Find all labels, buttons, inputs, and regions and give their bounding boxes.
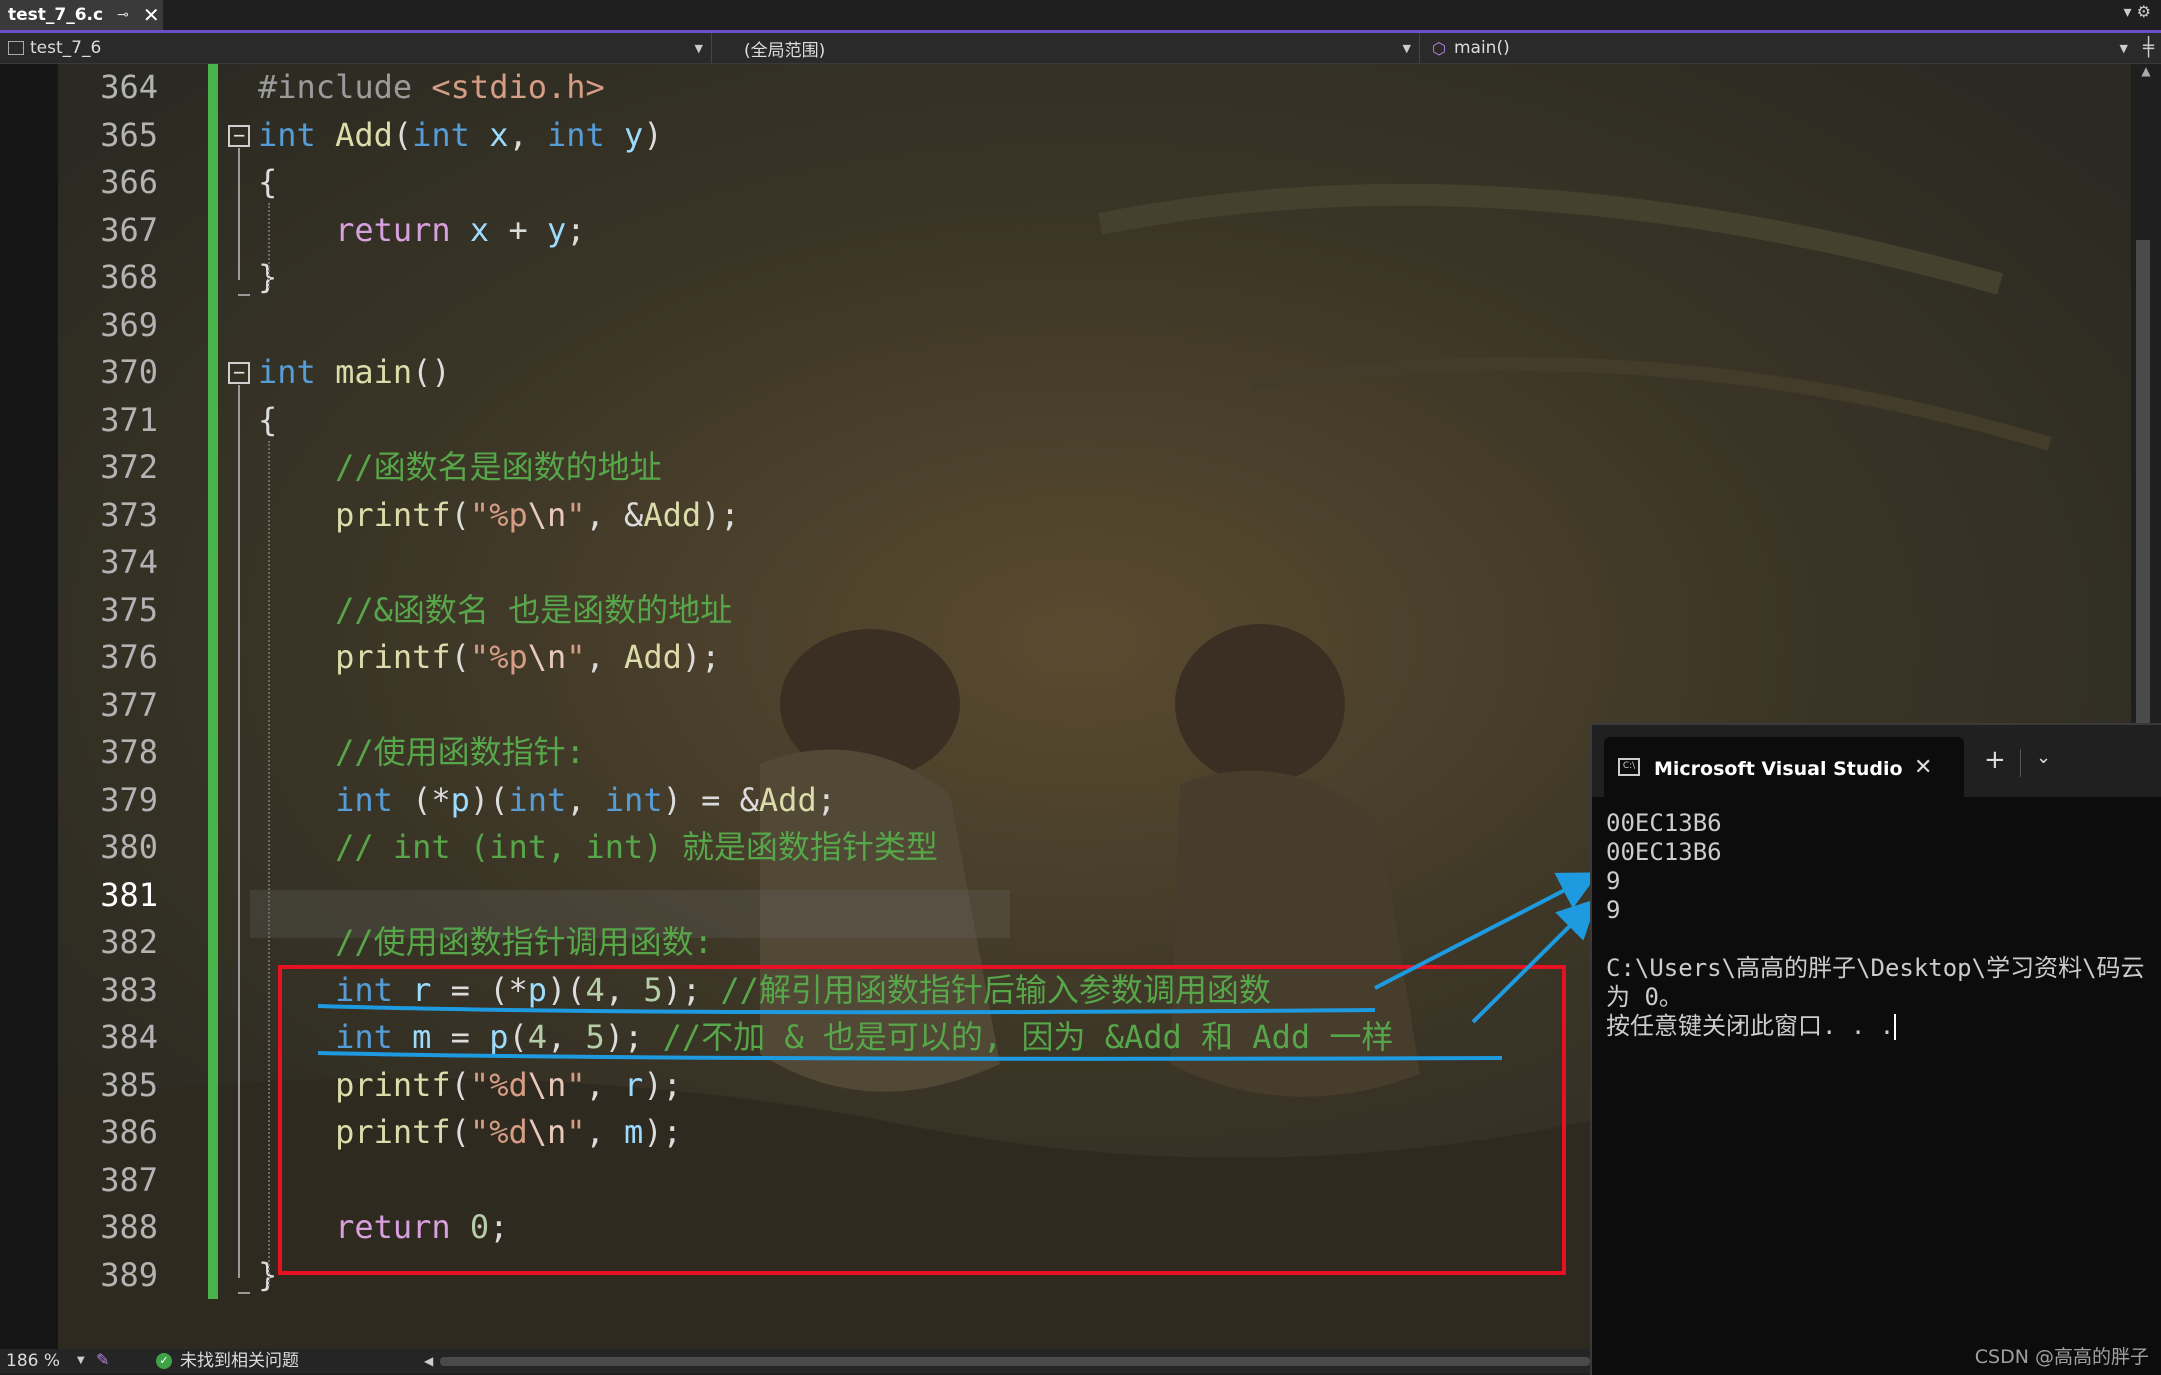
console-output-line: 为 0。 — [1606, 983, 1683, 1011]
tab-separator — [2020, 749, 2021, 777]
console-tab-bar: C:\ Microsoft Visual Studio 调试控制台 ✕ + ⌄ — [1592, 725, 2161, 797]
zoom-level[interactable]: 186 % — [6, 1349, 60, 1373]
scrollbar-thumb[interactable] — [2136, 240, 2150, 740]
close-icon[interactable]: ✕ — [1914, 755, 1932, 780]
fold-icon[interactable]: − — [228, 362, 250, 384]
scope-name: (全局范围) — [744, 40, 826, 61]
tab-overflow-and-settings[interactable]: ▾ ⚙ — [2124, 2, 2151, 21]
console-output-line: 9 — [1606, 867, 1621, 895]
annotation-underline-384 — [317, 1051, 1503, 1061]
document-tab-bar: test_7_6.c ⊸ ✕ ▾ ⚙ — [0, 0, 2161, 33]
indent-guide — [268, 203, 270, 288]
fold-guide — [238, 385, 240, 1278]
brush-icon[interactable]: ✎ — [96, 1350, 109, 1369]
tab-test-7-6-c[interactable]: test_7_6.c ⊸ ✕ — [0, 0, 163, 30]
chevron-down-icon: ▼ — [1402, 41, 1411, 55]
console-title: Microsoft Visual Studio 调试控制台 — [1654, 757, 1904, 780]
chevron-down-icon: ▼ — [2119, 41, 2128, 55]
navigation-bar: test_7_6 ▼ (全局范围) ▼ ⬡ main() ▼ ╪ — [0, 33, 2161, 64]
scope-dropdown[interactable]: (全局范围) ▼ — [714, 33, 1420, 63]
watermark: CSDN @高高的胖子 — [1974, 1346, 2149, 1368]
scroll-left-icon[interactable]: ◀ — [424, 1349, 433, 1373]
project-name: test_7_6 — [30, 38, 102, 58]
change-tracking-bar — [208, 64, 218, 1299]
text-cursor — [1894, 1014, 1897, 1040]
chevron-down-icon: ▼ — [694, 41, 703, 55]
fold-guide — [238, 294, 250, 296]
console-tab[interactable]: C:\ Microsoft Visual Studio 调试控制台 ✕ — [1604, 737, 1964, 797]
chevron-down-icon[interactable]: ▼ — [77, 1349, 85, 1373]
file-icon — [8, 41, 24, 55]
console-output-line: 00EC13B6 — [1606, 838, 1722, 866]
plus-icon[interactable]: + — [1984, 745, 2006, 775]
console-output-line: C:\Users\高高的胖子\Desktop\学习资料\码云 — [1606, 954, 2145, 982]
fold-guide — [238, 1291, 250, 1294]
annotation-arrow-2 — [1471, 898, 1598, 1024]
indent-guide — [268, 440, 270, 1286]
status-bar: 186 % ▼ ✎ ✓ 未找到相关问题 ◀ — [0, 1349, 1590, 1373]
console-output-line: 00EC13B6 — [1606, 809, 1722, 837]
debug-console-window[interactable]: C:\ Microsoft Visual Studio 调试控制台 ✕ + ⌄ … — [1590, 723, 2161, 1375]
check-icon: ✓ — [156, 1353, 172, 1369]
pin-icon[interactable]: ⊸ — [117, 7, 129, 23]
fold-guide — [238, 147, 240, 280]
project-dropdown[interactable]: test_7_6 ▼ — [0, 33, 712, 63]
cube-icon: ⬡ — [1432, 38, 1446, 58]
issues-status[interactable]: 未找到相关问题 — [180, 1349, 299, 1373]
function-dropdown[interactable]: ⬡ main() ▼ — [1422, 33, 2136, 63]
split-icon[interactable]: ╪ — [2136, 33, 2161, 63]
close-icon[interactable]: ✕ — [143, 3, 160, 27]
tab-label: test_7_6.c — [8, 5, 104, 25]
horizontal-scrollbar[interactable] — [440, 1357, 1590, 1366]
scroll-up-icon[interactable]: ▲ — [2131, 64, 2161, 84]
console-prompt-text: 按任意键关闭此窗口. . . — [1606, 1012, 1895, 1040]
function-name: main() — [1453, 38, 1510, 58]
annotation-underline-383 — [317, 1004, 1376, 1015]
console-icon: C:\ — [1618, 758, 1640, 776]
fold-icon[interactable]: − — [228, 124, 250, 147]
chevron-down-icon[interactable]: ⌄ — [2036, 747, 2051, 768]
console-prompt-line: 按任意键关闭此窗口. . . — [1606, 1012, 1897, 1041]
annotation-arrow-1 — [1374, 872, 1600, 990]
console-output-line: 9 — [1606, 896, 1621, 924]
